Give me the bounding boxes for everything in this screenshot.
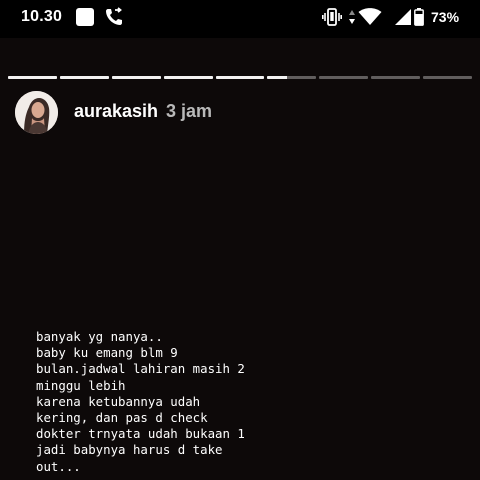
story-time-ago: 3 jam: [166, 101, 213, 121]
story-progress-segment: [8, 76, 57, 79]
story-progress-fill: [267, 76, 287, 79]
story-screen[interactable]: 10.30 73% aurakasih 3 jam banyak yg nany…: [0, 0, 480, 480]
vibrate-icon: [322, 8, 342, 31]
story-progress-segment: [371, 76, 421, 79]
data-arrows-icon: [348, 9, 356, 30]
avatar-photo-icon: [15, 91, 58, 134]
story-progress-fill: [111, 76, 161, 79]
story-progress-bars: [8, 76, 473, 80]
story-progress-segment: [163, 76, 213, 79]
cell-signal-icon: [395, 9, 411, 30]
story-progress-fill: [59, 76, 109, 79]
story-text-line: banyak yg nanya..: [36, 329, 163, 344]
battery-percentage: 73%: [431, 9, 460, 25]
story-text-line: karena ketubannya udah: [36, 393, 201, 409]
story-progress-fill: [215, 76, 265, 79]
story-progress-segment: [423, 76, 473, 79]
story-text-line: kering, dan pas d check: [36, 410, 208, 426]
story-text-line: bulan.jadwal lahiran masih 2: [36, 361, 245, 377]
story-progress-fill: [8, 76, 57, 79]
story-progress-segment: [267, 76, 317, 79]
story-text-line: out...: [36, 458, 81, 474]
story-text-line: baby ku emang blm 9: [36, 345, 178, 361]
story-progress-segment: [111, 76, 161, 79]
status-bar: 10.30 73%: [0, 0, 480, 38]
battery-icon: [414, 8, 424, 31]
story-progress-segment: [59, 76, 109, 79]
story-progress-segment: [215, 76, 265, 79]
story-caption: banyak yg nanya.. baby ku emang blm 9 bula…: [36, 329, 456, 475]
story-username[interactable]: aurakasih: [74, 101, 158, 122]
story-progress-segment: [319, 76, 369, 79]
story-progress-fill: [163, 76, 213, 79]
status-time: 10.30: [21, 8, 63, 25]
call-forward-icon: [104, 7, 124, 32]
notification-square-icon: [76, 8, 94, 26]
avatar[interactable]: [15, 91, 58, 134]
wifi-icon: [358, 8, 382, 31]
story-text-line: jadi babynya harus d take: [36, 442, 223, 458]
story-text-line: minggu lebih: [36, 377, 126, 393]
story-text-line: dokter trnyata udah bukaan 1: [36, 426, 245, 442]
